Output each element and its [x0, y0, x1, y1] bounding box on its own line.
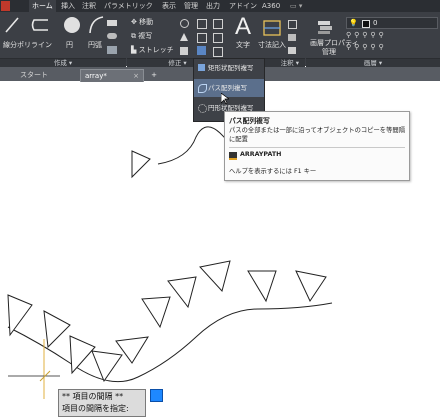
- polyline-tool-icon[interactable]: [30, 17, 52, 33]
- app-menu-icon[interactable]: [1, 1, 10, 11]
- tab-parametric[interactable]: パラメトリック: [104, 0, 153, 12]
- mouse-pointer-icon: [221, 93, 229, 105]
- ribbon-tab-bar: ホーム 挿入 注釈 パラメトリック 表示 管理 出力 アドイン A360 ▭ ▾: [0, 0, 440, 12]
- dynamic-input-box[interactable]: [150, 389, 163, 402]
- move-label: 移動: [139, 18, 154, 26]
- array-triangle: [91, 350, 123, 383]
- path-array-icon: [198, 84, 207, 93]
- layer-tools-row: ⚲⚲⚲⚲⚲ ⚲⚲⚲⚲⚲: [346, 31, 436, 55]
- lightbulb-icon: 💡: [349, 19, 358, 27]
- tooltip-command: ARRAYPATH: [240, 151, 282, 158]
- move-tool[interactable]: ✥ 移動: [131, 18, 153, 27]
- add-tab-icon[interactable]: +: [149, 69, 159, 81]
- scale-icon[interactable]: [180, 47, 188, 55]
- line-tool-icon[interactable]: [4, 16, 20, 34]
- source-triangle: [131, 150, 151, 179]
- doc-tab-start-label: スタート: [20, 71, 48, 79]
- array-triangle: [141, 296, 171, 329]
- doc-tab-start[interactable]: スタート: [6, 69, 76, 81]
- text-label: 文字: [236, 41, 250, 49]
- ellipse-icon[interactable]: [107, 33, 117, 39]
- layer-properties-label2: 管理: [322, 48, 336, 56]
- tab-insert[interactable]: 挿入: [61, 0, 75, 12]
- layer-properties-icon[interactable]: [316, 18, 334, 36]
- menu-item-label: パス配列複写: [208, 84, 247, 92]
- array-triangle: [69, 335, 96, 375]
- tab-addins[interactable]: アドイン: [229, 0, 257, 12]
- command-prompt-line2: 項目の間隔を指定:: [62, 404, 129, 413]
- erase-icon[interactable]: [213, 47, 223, 57]
- tab-annotate[interactable]: 注釈: [82, 0, 96, 12]
- layer-name: 0: [373, 19, 378, 27]
- tooltip: パス配列複写 パスの全部または一部に沿ってオブジェクトのコピーを等間隔に配置 A…: [224, 111, 410, 181]
- tooltip-description: パスの全部または一部に沿ってオブジェクトのコピーを等間隔に配置: [229, 127, 405, 143]
- polar-array-icon: [198, 104, 207, 113]
- array-triangle: [115, 336, 149, 364]
- tab-manage[interactable]: 管理: [184, 0, 198, 12]
- dimension-tool-icon[interactable]: [262, 18, 282, 38]
- table-icon[interactable]: [288, 34, 296, 41]
- polyline-label: ポリライン: [17, 41, 52, 49]
- offset-icon[interactable]: [213, 33, 223, 43]
- markup-icon[interactable]: [288, 47, 296, 54]
- copy-tool[interactable]: ⧉ 複写: [131, 32, 152, 41]
- tab-a360[interactable]: A360: [262, 0, 280, 12]
- tab-home[interactable]: ホーム: [29, 0, 56, 12]
- circle-tool-icon[interactable]: [62, 15, 82, 35]
- tooltip-divider: [229, 147, 405, 148]
- array-triangle: [295, 270, 327, 303]
- array-dropdown-icon[interactable]: [197, 46, 206, 55]
- dimension-label: 寸法記入: [258, 41, 286, 49]
- circle-label: 円: [66, 41, 73, 49]
- menu-item-rectangular-array[interactable]: 矩形状配列複写: [194, 59, 264, 77]
- menu-item-label: 矩形状配列複写: [208, 64, 254, 72]
- line-label: 線分: [3, 41, 17, 49]
- more-tabs-icon[interactable]: ▭ ▾: [290, 0, 302, 12]
- command-prompt: ** 項目の間隔 ** 項目の間隔を指定:: [58, 389, 146, 417]
- array-triangle: [167, 276, 197, 309]
- array-triangle: [247, 270, 277, 303]
- text-tool-icon[interactable]: A: [235, 14, 251, 40]
- hatch-icon[interactable]: [107, 46, 117, 54]
- layer-color-swatch: [362, 20, 370, 28]
- layer-tools-icons-2[interactable]: ⚲⚲⚲⚲⚲: [346, 43, 387, 51]
- tooltip-help: ヘルプを表示するには F1 キー: [229, 168, 317, 175]
- copy-label: 複写: [138, 32, 153, 40]
- tab-output[interactable]: 出力: [206, 0, 220, 12]
- trim-icon[interactable]: [197, 19, 207, 29]
- mirror-icon[interactable]: [180, 33, 188, 41]
- leader-icon[interactable]: [288, 20, 297, 29]
- stretch-tool[interactable]: ▙ ストレッチ: [131, 46, 174, 55]
- command-prompt-line1: ** 項目の間隔 **: [62, 392, 124, 401]
- array-triangle: [7, 294, 33, 337]
- tooltip-title: パス配列複写: [229, 117, 270, 125]
- fillet-icon[interactable]: [197, 33, 207, 43]
- explode-icon[interactable]: [213, 19, 223, 29]
- array-triangle: [199, 260, 231, 293]
- rotate-icon[interactable]: [180, 19, 189, 28]
- path-curve-2: [7, 302, 333, 383]
- tab-view[interactable]: 表示: [162, 0, 176, 12]
- doc-tab-array-label: array*: [85, 72, 107, 80]
- command-icon: [229, 152, 237, 160]
- ribbon: ホーム 挿入 注釈 パラメトリック 表示 管理 出力 アドイン A360 ▭ ▾…: [0, 0, 440, 68]
- stretch-label: ストレッチ: [138, 46, 174, 54]
- array-triangle: [43, 310, 71, 349]
- rectangular-array-icon: [198, 64, 205, 71]
- menu-item-path-array[interactable]: パス配列複写: [194, 79, 264, 97]
- layer-dropdown[interactable]: 💡 0: [346, 17, 438, 29]
- rectangle-icon[interactable]: [107, 20, 117, 26]
- layer-tools-icons[interactable]: ⚲⚲⚲⚲⚲: [346, 31, 387, 39]
- arc-label: 円弧: [88, 41, 102, 49]
- arc-tool-icon[interactable]: [87, 15, 105, 35]
